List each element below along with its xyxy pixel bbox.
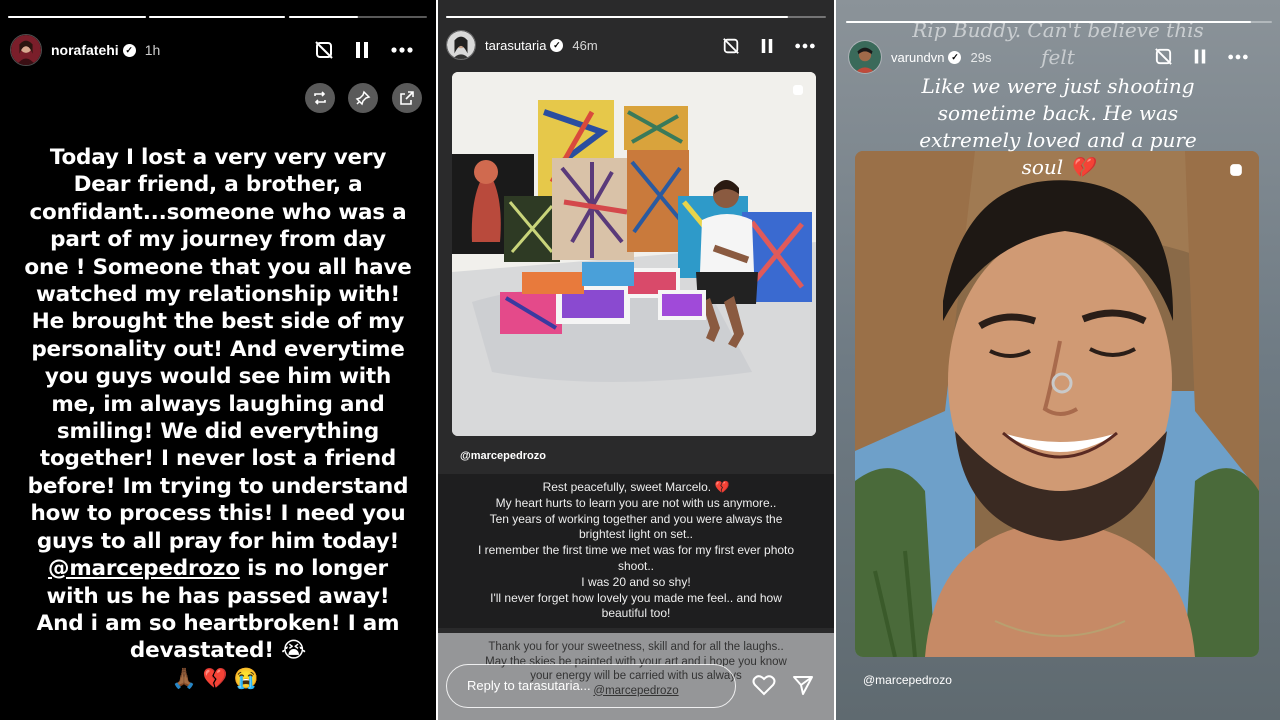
caption-line: Ten years of working together and you we…	[489, 511, 783, 526]
story-text-line: you guys would see him with	[44, 364, 392, 390]
caption-box: Rest peacefully, sweet Marcelo. 💔 My hear…	[438, 474, 834, 628]
story-text: Today I lost a very very very Dear friend…	[20, 144, 416, 665]
avatar[interactable]	[848, 40, 882, 74]
username[interactable]: tarasutaria	[485, 38, 546, 53]
mute-icon[interactable]	[1154, 47, 1173, 66]
mute-icon[interactable]	[722, 37, 740, 55]
story-progress-segment	[289, 16, 427, 18]
caption-line: Rest peacefully, sweet Marcelo. 💔	[542, 480, 730, 494]
overlay-line: extremely loved and a pure	[919, 128, 1197, 152]
avatar[interactable]	[446, 30, 476, 60]
pause-icon[interactable]	[760, 38, 774, 54]
caption-line: My heart hurts to learn you are not with…	[495, 495, 777, 510]
story-text-line: Dear friend, a brother, a	[73, 172, 363, 198]
story-panel-norafatehi: norafatehi ✓ 1h Today I lost a very very…	[0, 0, 436, 720]
photo-mention-tag[interactable]: @marcepedrozo	[460, 450, 546, 462]
pin-icon	[355, 90, 371, 106]
pause-icon[interactable]	[354, 41, 370, 59]
story-time: 46m	[572, 37, 598, 53]
username[interactable]: norafatehi	[51, 42, 119, 58]
story-time: 1h	[144, 42, 161, 58]
story-text-line: together! I never lost a friend	[39, 446, 397, 472]
photo-art-studio	[452, 72, 816, 436]
story-text-line: part of my journey from day	[50, 227, 386, 253]
caption-line: I remember the first time we met was for…	[477, 543, 795, 558]
reply-input[interactable]: Reply to tarasutaria...	[446, 664, 736, 708]
more-icon[interactable]	[1227, 53, 1249, 61]
pin-button[interactable]	[348, 83, 378, 113]
man-face	[925, 180, 1195, 657]
panel-divider	[436, 0, 438, 720]
caption-lower-line: Thank you for your sweetness, skill and …	[488, 641, 784, 653]
story-controls	[1154, 47, 1249, 66]
heart-icon[interactable]	[752, 674, 776, 696]
story-time: 29s	[970, 49, 992, 65]
share-out-icon	[400, 91, 414, 105]
photo-selfie	[855, 151, 1259, 657]
verified-badge-icon: ✓	[122, 43, 136, 57]
story-text-line: He brought the best side of my	[31, 309, 405, 335]
avatar[interactable]	[10, 34, 42, 66]
photo-mention-tag[interactable]: @marcepedrozo	[863, 673, 952, 687]
story-text-line: one ! Someone that you all have	[24, 254, 412, 280]
story-text-line: before! Im trying to understand	[27, 473, 409, 499]
story-text-line: with us he has passed away!	[46, 583, 390, 609]
repost-button[interactable]	[305, 83, 335, 113]
emoji-row: 🙏🏾💔😭	[171, 668, 265, 690]
story-progress-segment	[446, 16, 826, 18]
story-text-line: confidant...someone who was a	[29, 199, 407, 225]
story-text-line: smiling! We did everything	[56, 419, 380, 445]
story-photo-artist-with-paintings	[452, 72, 816, 436]
share-out-button[interactable]	[392, 83, 422, 113]
username[interactable]: varundvn	[891, 50, 944, 65]
repost-icon	[314, 91, 326, 105]
panel-divider	[834, 0, 836, 720]
story-text-line: guys to all pray for him today!	[36, 528, 400, 554]
overlay-line: soul 💔	[1021, 155, 1095, 179]
story-header: tarasutaria ✓ 46m	[446, 30, 598, 60]
story-text-lines-end: with us he has passed away! And i am so h…	[20, 583, 416, 665]
caption-line: I'll never forget how lovely you made me…	[490, 590, 782, 605]
story-progress-segment	[149, 16, 285, 18]
story-panel-varundvn: Rip Buddy. Can't believe this felt varun…	[836, 0, 1280, 720]
story-controls	[314, 40, 414, 60]
story-text-line: watched my relationship with!	[35, 282, 400, 308]
story-header: norafatehi ✓ 1h	[10, 34, 160, 66]
more-icon[interactable]	[794, 42, 816, 50]
caption-line: shoot..	[617, 558, 655, 573]
overlay-text: Like we were just shooting sometime back…	[836, 73, 1280, 181]
story-header: varundvn ✓ 29s	[848, 40, 991, 74]
mention-line: @marcepedrozo is no longer	[20, 555, 416, 582]
story-text-line: And i am so heartbroken! I am	[36, 610, 400, 636]
mention-line-tail: is no longer	[239, 556, 388, 582]
story-text-line: how to process this! I need you	[30, 501, 406, 527]
story-photo-smiling-man	[855, 151, 1259, 657]
verified-badge-icon: ✓	[550, 38, 564, 52]
caption-line: beautiful too!	[601, 606, 671, 621]
verified-badge-icon: ✓	[948, 50, 962, 64]
mute-icon[interactable]	[314, 40, 334, 60]
pause-icon[interactable]	[1193, 48, 1207, 65]
story-text-line: Today I lost a very very very	[49, 145, 387, 170]
caption-line: I was 20 and so shy!	[581, 574, 691, 589]
overlay-line: sometime back. He was	[937, 101, 1179, 125]
more-icon[interactable]	[390, 46, 414, 54]
mention-link[interactable]: @marcepedrozo	[48, 556, 240, 581]
caption-line: brightest light on set..	[578, 527, 694, 542]
story-text-line: devastated! 😭	[129, 638, 307, 664]
story-progress-segment	[8, 16, 146, 18]
story-text-line: personality out! And everytime	[31, 336, 405, 362]
story-panel-tarasutaria: tarasutaria ✓ 46m @marcepedrozo Rest pea…	[438, 0, 834, 720]
story-text-lines: Today I lost a very very very Dear friend…	[20, 144, 416, 555]
overlay-line: Like we were just shooting	[921, 74, 1195, 98]
send-icon[interactable]	[792, 674, 814, 696]
story-text-line: me, im always laughing and	[51, 391, 385, 417]
sticker-corner-icon	[793, 85, 803, 95]
story-controls	[722, 37, 816, 55]
